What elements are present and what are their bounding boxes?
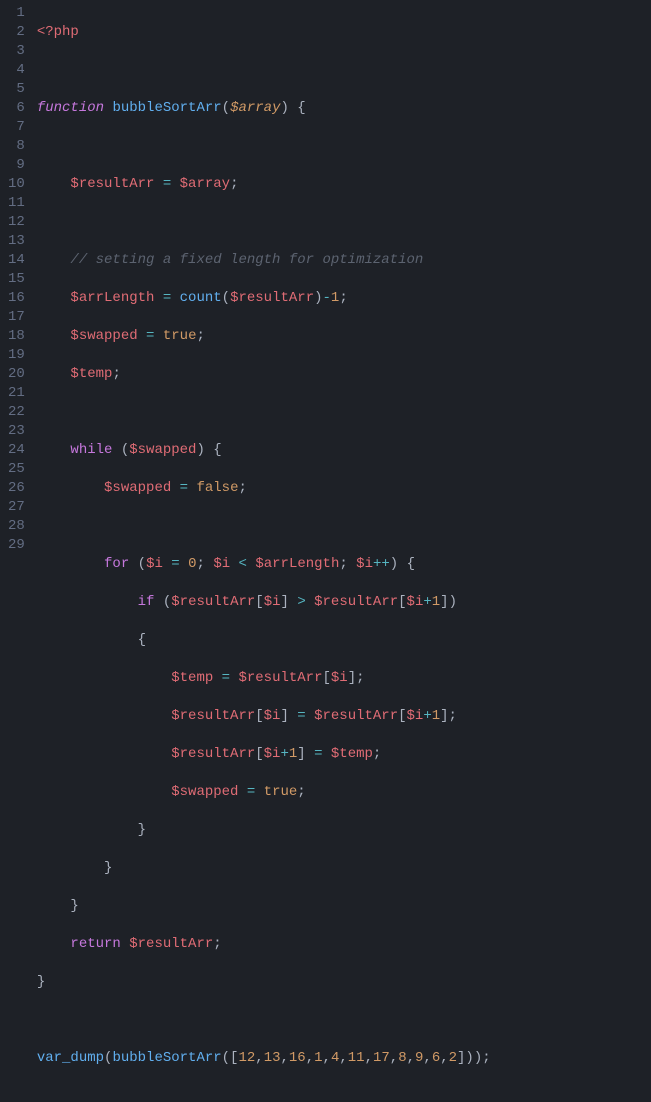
comment: // setting a fixed length for optimizati… [70,252,423,268]
line-number: 15 [8,270,25,289]
code-line[interactable]: $swapped = true; [37,327,651,346]
line-number: 4 [8,61,25,80]
code-editor[interactable]: <?php function bubbleSortArr($array) { $… [37,0,651,551]
variable: $swapped [171,784,238,800]
line-number: 7 [8,118,25,137]
code-line[interactable]: } [37,973,651,992]
parameter: $array [230,100,280,116]
code-line[interactable]: while ($swapped) { [37,441,651,460]
keyword-while: while [70,442,112,458]
code-line[interactable]: $temp; [37,365,651,384]
code-line[interactable]: $resultArr[$i] = $resultArr[$i+1]; [37,707,651,726]
line-number: 26 [8,479,25,498]
line-number: 14 [8,251,25,270]
line-number: 21 [8,384,25,403]
line-number: 23 [8,422,25,441]
keyword-return: return [70,936,120,952]
function-call: var_dump [37,1050,104,1066]
line-number: 1 [8,4,25,23]
variable: $resultArr [70,176,154,192]
line-number: 16 [8,289,25,308]
boolean: false [196,480,238,496]
line-number: 25 [8,460,25,479]
keyword-for: for [104,556,129,572]
code-line[interactable] [37,137,651,156]
boolean: true [163,328,197,344]
line-number-gutter: 1 2 3 4 5 6 7 8 9 10 11 12 13 14 15 16 1… [0,0,37,551]
code-line[interactable] [37,517,651,536]
variable: $array [180,176,230,192]
line-number: 20 [8,365,25,384]
code-line[interactable]: } [37,897,651,916]
variable: $temp [70,366,112,382]
code-line[interactable]: } [37,859,651,878]
line-number: 6 [8,99,25,118]
function-name: bubbleSortArr [112,100,221,116]
keyword-function: function [37,100,104,116]
variable: $temp [171,670,213,686]
function-call: bubbleSortArr [112,1050,221,1066]
line-number: 5 [8,80,25,99]
code-line[interactable]: function bubbleSortArr($array) { [37,99,651,118]
code-line[interactable]: $arrLength = count($resultArr)-1; [37,289,651,308]
line-number: 12 [8,213,25,232]
code-line[interactable]: if ($resultArr[$i] > $resultArr[$i+1]) [37,593,651,612]
function-call: count [180,290,222,306]
code-line[interactable]: var_dump(bubbleSortArr([12,13,16,1,4,11,… [37,1049,651,1068]
line-number: 18 [8,327,25,346]
line-number: 9 [8,156,25,175]
code-line[interactable]: return $resultArr; [37,935,651,954]
line-number: 8 [8,137,25,156]
line-number: 2 [8,23,25,42]
variable: $arrLength [70,290,154,306]
line-number: 3 [8,42,25,61]
code-line[interactable]: { [37,631,651,650]
line-number: 28 [8,517,25,536]
code-line[interactable]: <?php [37,23,651,42]
code-line[interactable]: $resultArr = $array; [37,175,651,194]
line-number: 17 [8,308,25,327]
line-number: 24 [8,441,25,460]
code-line[interactable] [37,1011,651,1030]
code-line[interactable] [37,403,651,422]
variable: $swapped [104,480,171,496]
code-line[interactable] [37,1087,651,1102]
code-line[interactable]: for ($i = 0; $i < $arrLength; $i++) { [37,555,651,574]
code-line[interactable] [37,61,651,80]
code-line[interactable]: // setting a fixed length for optimizati… [37,251,651,270]
keyword-if: if [138,594,155,610]
code-line[interactable]: $temp = $resultArr[$i]; [37,669,651,688]
line-number: 27 [8,498,25,517]
line-number: 11 [8,194,25,213]
code-line[interactable] [37,213,651,232]
code-line[interactable]: $swapped = false; [37,479,651,498]
code-line[interactable]: } [37,821,651,840]
line-number: 13 [8,232,25,251]
line-number: 19 [8,346,25,365]
line-number: 22 [8,403,25,422]
line-number: 10 [8,175,25,194]
variable: $swapped [70,328,137,344]
boolean: true [264,784,298,800]
php-open-tag: <?php [37,24,79,40]
code-line[interactable]: $swapped = true; [37,783,651,802]
code-line[interactable]: $resultArr[$i+1] = $temp; [37,745,651,764]
line-number: 29 [8,536,25,555]
